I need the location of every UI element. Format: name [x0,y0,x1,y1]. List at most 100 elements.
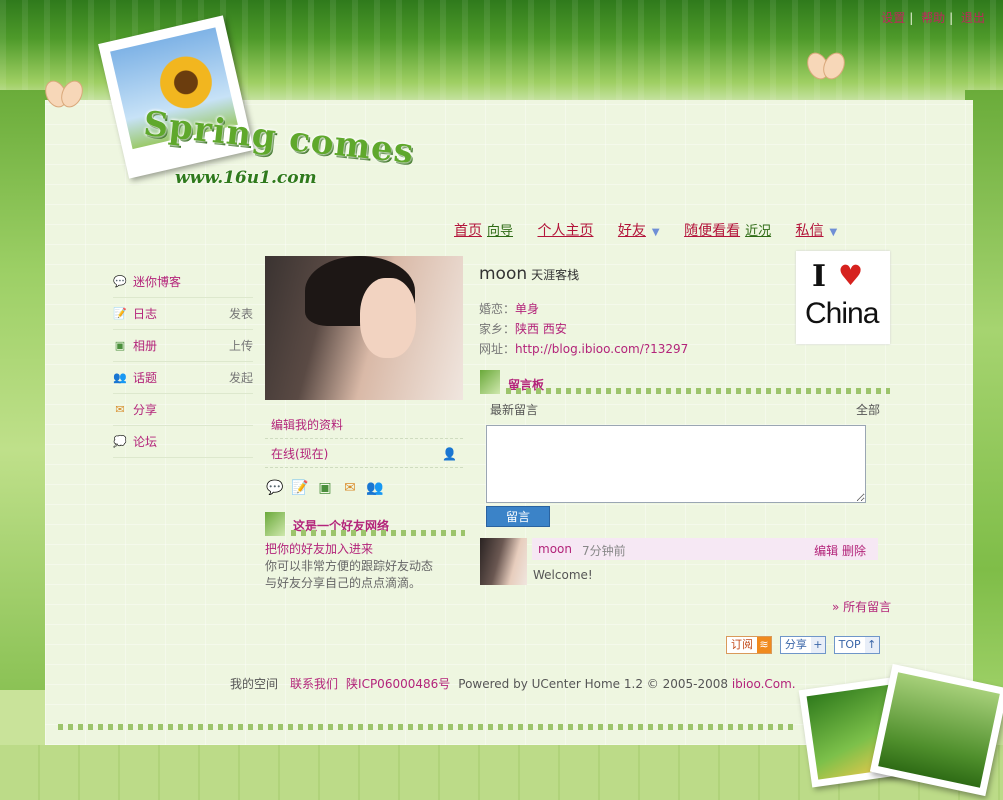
footer-my-space[interactable]: 我的空间 [230,677,278,691]
edit-message-link[interactable]: 编辑 [814,544,838,558]
sidebar-item-label[interactable]: 迷你博客 [133,273,253,290]
chevron-down-icon[interactable]: ▼ [830,227,838,238]
share-button[interactable]: 分享 + [779,636,826,654]
sidebar-item-album[interactable]: ▣ 相册 上传 [113,330,253,362]
sidebar-item-blog[interactable]: 📝 日志 发表 [113,298,253,330]
topic-users-icon[interactable]: 👥 [366,480,384,496]
butterfly-icon [803,46,849,86]
forum-bubbles-icon: 💭 [113,434,127,448]
sidebar-menu: 💬 迷你博客 📝 日志 发表 ▣ 相册 上传 👥 话题 发起 ✉ 分享 💭 论坛 [113,266,253,458]
nav-item-messages: 私信 ▼ [796,220,838,240]
i-love-china-badge: I ♥ China [796,251,890,344]
badge-text: China [805,297,879,330]
guestbook-textarea[interactable] [486,425,866,503]
friend-network-header: 这是一个好友网络 [265,512,465,536]
message-time: 7分钟前 [582,544,626,558]
blog-edit-icon[interactable]: 📝 [291,480,309,496]
nav-home-link[interactable]: 首页 [454,223,482,239]
user-name: moon [479,264,528,284]
main-nav: 首页 向导 个人主页 好友 ▼ 随便看看 近况 私信 ▼ [454,220,857,240]
guestbook-header: 留言板 [480,370,890,394]
sidebar-item-share[interactable]: ✉ 分享 [113,394,253,426]
nav-friends-link[interactable]: 好友 [618,223,646,239]
user-name-block: moon 天涯客栈 [479,264,579,284]
album-icon: ▣ [114,338,126,352]
footer-powered: Powered by UCenter Home 1.2 © 2005-2008 [458,677,728,691]
footer-divider [58,724,798,730]
hometown-label: 家乡： [479,322,516,336]
back-to-top-button[interactable]: TOP ↑ [833,636,880,654]
sidebar-item-action[interactable]: 上传 [229,337,253,354]
help-link[interactable]: 帮助 [921,11,945,25]
submit-message-button[interactable]: 留言 [486,506,550,527]
website-label: 网址： [479,342,516,356]
butterfly-icon [41,74,87,114]
sidebar-item-action[interactable]: 发表 [229,305,253,322]
marital-value[interactable]: 单身 [515,302,539,316]
subscribe-button[interactable]: 订阅 ≋ [726,636,772,654]
album-icon[interactable]: ▣ [316,480,334,496]
guestbook-message: moon 7分钟前 编辑 删除 Welcome! [480,538,878,586]
online-status: 在线(现在) 👤 [265,440,463,468]
edit-profile-link[interactable]: 编辑我的资料 [265,411,463,439]
sidebar-item-label[interactable]: 话题 [133,369,229,386]
sidebar-item-action[interactable]: 发起 [229,369,253,386]
arrow-up-icon: ↑ [864,637,879,653]
left-vine-decoration [0,90,48,690]
user-info: 婚恋：单身 家乡：陕西 西安 网址：http://blog.ibioo.com/… [479,299,688,359]
nav-item-home: 首页 向导 [454,220,513,240]
quick-action-icons: 💬 📝 ▣ ✉ 👥 [266,480,391,496]
nav-recent-link[interactable]: 近况 [745,224,771,239]
site-logo-url: www.16u1.com [175,168,317,188]
message-author[interactable]: moon [538,542,572,556]
top-label: TOP [838,638,861,651]
share-icon: ✉ [115,402,125,416]
footer-icp-link[interactable]: 陕ICP06000486号 [346,677,450,691]
footer-brand-link[interactable]: ibioo.Com. [732,677,796,691]
all-messages-tab[interactable]: 全部 [856,401,880,418]
sidebar-item-label[interactable]: 分享 [133,401,253,418]
top-links: 设置 | 帮助 | 退出 [881,11,985,25]
share-label: 分享 [784,638,807,651]
chevron-down-icon[interactable]: ▼ [652,227,660,238]
friend-network-desc-2: 与好友分享自己的点点滴滴。 [265,576,422,590]
all-messages-link[interactable]: » 所有留言 [832,598,891,615]
user-icon: 👤 [442,447,457,461]
sidebar-item-miniblog[interactable]: 💬 迷你博客 [113,266,253,298]
user-avatar[interactable] [265,256,463,400]
online-status-text: 在线(现在) [271,447,329,461]
marital-label: 婚恋： [479,302,516,316]
nav-guide-link[interactable]: 向导 [487,224,513,239]
website-link[interactable]: http://blog.ibioo.com/?13297 [515,342,688,356]
speech-bubble-icon[interactable]: 💬 [266,480,284,496]
subscribe-label: 订阅 [731,638,753,651]
page-footer: 我的空间 联系我们 陕ICP06000486号 Powered by UCenter … [230,675,796,692]
feed-buttons: 订阅 ≋ 分享 + TOP ↑ [722,636,880,654]
message-actions: 编辑 删除 [814,542,866,559]
nav-messages-link[interactable]: 私信 [796,223,824,239]
message-avatar[interactable] [480,538,527,585]
speech-bubble-icon: 💬 [113,274,127,288]
share-icon[interactable]: ✉ [341,480,359,496]
nav-browse-link[interactable]: 随便看看 [684,223,740,239]
sidebar-item-label[interactable]: 日志 [133,305,229,322]
latest-messages-label: 最新留言 [490,403,539,417]
leaf-icon [265,512,285,536]
nav-item-browse: 随便看看 近况 [684,220,771,240]
delete-message-link[interactable]: 删除 [842,544,866,558]
topic-users-icon: 👥 [113,370,127,384]
friend-network-body: 把你的好友加入进来 你可以非常方便的跟踪好友动态 与好友分享自己的点点滴滴。 [265,541,465,592]
plus-icon: + [810,637,825,653]
message-body: Welcome! [533,568,593,582]
sidebar-item-label[interactable]: 论坛 [133,433,253,450]
sidebar-item-label[interactable]: 相册 [133,337,229,354]
footer-contact-link[interactable]: 联系我们 [290,677,338,691]
hometown-value[interactable]: 陕西 西安 [515,322,567,336]
logout-link[interactable]: 退出 [961,11,985,25]
settings-link[interactable]: 设置 [881,11,905,25]
add-friends-link[interactable]: 把你的好友加入进来 [265,541,465,558]
sidebar-item-forum[interactable]: 💭 论坛 [113,426,253,458]
nav-item-profile: 个人主页 [537,220,593,240]
sidebar-item-topic[interactable]: 👥 话题 发起 [113,362,253,394]
nav-profile-link[interactable]: 个人主页 [537,223,593,239]
